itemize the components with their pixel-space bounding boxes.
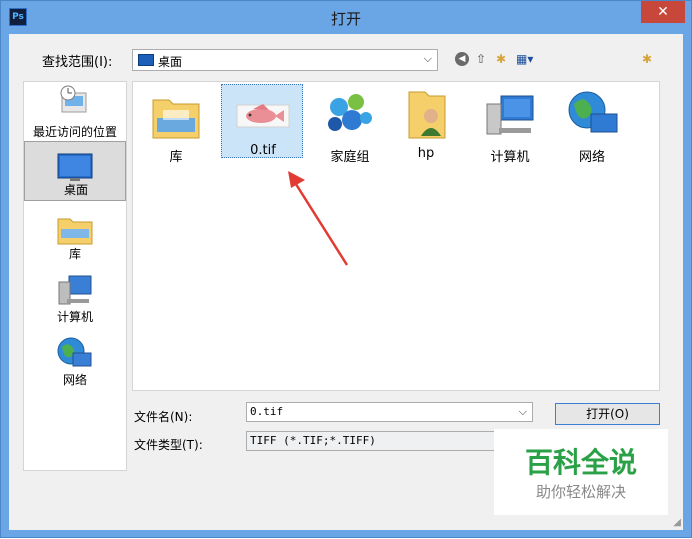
file-item-homegroup[interactable]: 家庭组	[309, 88, 391, 165]
library-folder-icon	[57, 218, 93, 245]
dialog-body: 查找范围(I): 桌面 ⌵ ◀ ⇧ ✱ ▦▾ ✱ 最近访问的位置 桌面 库 计算…	[9, 34, 683, 530]
dialog-title: 打开	[330, 10, 361, 28]
view-menu-icon[interactable]: ▦▾	[516, 52, 533, 66]
file-item-0-tif[interactable]: 0.tif	[221, 84, 303, 158]
network-globe-icon	[568, 91, 618, 133]
file-label: 网络	[578, 150, 605, 165]
place-label: 计算机	[56, 310, 93, 324]
new-folder-icon[interactable]: ✱	[496, 52, 506, 66]
file-label: 计算机	[490, 150, 530, 165]
place-label: 库	[68, 247, 81, 261]
title-bar: Ps 打开 ✕	[1, 1, 691, 34]
place-computer[interactable]: 计算机	[24, 267, 126, 327]
place-label: 桌面	[63, 183, 88, 197]
filetype-dropdown[interactable]: TIFF (*.TIF;*.TIFF)	[246, 431, 533, 451]
network-globe-icon	[57, 337, 92, 367]
file-label: 0.tif	[250, 143, 276, 158]
lookin-dropdown[interactable]: 桌面 ⌵	[132, 49, 438, 71]
filename-input[interactable]: 0.tif ⌵	[246, 402, 533, 422]
fish-image-thumbnail-icon	[236, 104, 290, 128]
place-label: 最近访问的位置	[32, 125, 117, 139]
watermark-logo: 百科全说 助你轻松解决	[494, 429, 668, 515]
computer-icon	[58, 275, 92, 305]
open-button[interactable]: 打开(O)	[555, 403, 660, 425]
watermark-title: 百科全说	[524, 446, 637, 479]
user-folder-icon	[408, 91, 446, 139]
place-desktop[interactable]: 桌面	[24, 141, 126, 201]
file-label: 库	[169, 150, 183, 165]
new-folder-icon-right[interactable]: ✱	[642, 52, 652, 66]
file-item-network[interactable]: 网络	[551, 88, 633, 165]
up-folder-icon[interactable]: ⇧	[476, 52, 486, 66]
place-libraries[interactable]: 库	[24, 204, 126, 264]
file-label: 家庭组	[330, 150, 370, 165]
lookin-label: 查找范围(I):	[42, 55, 113, 70]
place-label: 网络	[62, 373, 87, 387]
file-label: hp	[417, 146, 435, 161]
desktop-icon	[138, 54, 154, 66]
place-network[interactable]: 网络	[24, 330, 126, 390]
filetype-value: TIFF (*.TIF;*.TIFF)	[250, 434, 376, 447]
lookin-value: 桌面	[158, 55, 183, 69]
filename-value: 0.tif	[250, 405, 284, 418]
place-recent[interactable]: 最近访问的位置	[24, 82, 126, 142]
back-icon[interactable]: ◀	[455, 52, 469, 66]
file-item-libraries[interactable]: 库	[135, 88, 217, 165]
chevron-down-icon: ⌵	[423, 52, 432, 65]
homegroup-icon	[328, 94, 372, 131]
file-item-hp[interactable]: hp	[385, 88, 467, 162]
chevron-down-icon: ⌵	[518, 405, 527, 418]
close-button[interactable]: ✕	[641, 1, 685, 23]
file-list: 库 0.tif 家庭组 hp 计算机 网络	[132, 81, 660, 391]
resize-grip-icon[interactable]: ◢	[673, 517, 681, 528]
file-item-computer[interactable]: 计算机	[469, 88, 551, 165]
computer-icon	[486, 95, 534, 135]
filetype-label: 文件类型(T):	[134, 438, 203, 452]
filename-label: 文件名(N):	[134, 410, 193, 424]
recent-places-icon	[60, 85, 87, 113]
watermark-subtitle: 助你轻松解决	[535, 483, 626, 501]
library-folder-icon	[152, 99, 200, 139]
open-dialog: Ps 打开 ✕ 查找范围(I): 桌面 ⌵ ◀ ⇧ ✱ ▦▾ ✱ 最近访问的位置…	[0, 0, 692, 538]
places-bar: 最近访问的位置 桌面 库 计算机 网络	[23, 81, 127, 471]
